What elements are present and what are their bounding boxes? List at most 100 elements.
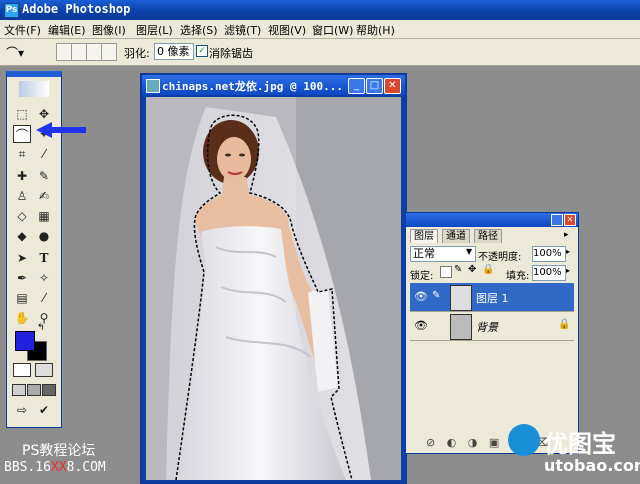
layer-row-background[interactable]: 👁 背景 🔒 xyxy=(410,312,574,341)
add-to-selection-icon[interactable] xyxy=(71,43,87,61)
hand-tool-icon[interactable]: ✋ xyxy=(13,309,31,327)
crop-tool-icon[interactable]: ⌗ xyxy=(13,145,31,163)
eyedropper-tool-icon[interactable]: ⁄ xyxy=(35,289,53,307)
screen-mode-full-icon[interactable] xyxy=(42,384,56,396)
fill-slider-icon[interactable]: ▸ xyxy=(566,266,570,275)
shape-tool-icon[interactable]: ✧ xyxy=(35,269,53,287)
layer-name[interactable]: 图层 1 xyxy=(476,290,509,306)
menu-file[interactable]: 文件(F) xyxy=(4,22,41,38)
lasso-tool-icon[interactable]: ⌒ xyxy=(13,125,31,143)
document-title: chinaps.net龙依.jpg @ 100... xyxy=(162,80,343,93)
gradient-tool-icon[interactable]: ▦ xyxy=(35,207,53,225)
feather-label: 羽化: xyxy=(124,47,150,60)
document-title-bar[interactable]: chinaps.net龙依.jpg @ 100... _ □ ✕ xyxy=(142,75,405,95)
app-title: Adobe Photoshop xyxy=(22,2,131,16)
jump-to-imageready-icon[interactable]: ⇨ xyxy=(13,401,31,419)
watermark-url-part-c: 8.COM xyxy=(66,460,106,475)
new-selection-icon[interactable] xyxy=(56,43,72,61)
antialias-label: 消除锯齿 xyxy=(209,47,253,60)
healing-brush-icon[interactable]: ✚ xyxy=(13,167,31,185)
minimize-button[interactable]: _ xyxy=(348,78,365,94)
dodge-tool-icon[interactable]: ● xyxy=(35,227,53,245)
photoshop-app-icon: Ps xyxy=(4,3,19,18)
menu-view[interactable]: 视图(V) xyxy=(268,22,306,38)
subtract-selection-icon[interactable] xyxy=(86,43,102,61)
opacity-input[interactable]: 100% xyxy=(532,246,566,262)
history-brush-icon[interactable]: ✍ xyxy=(35,187,53,205)
lock-all-icon[interactable]: 🔒 xyxy=(482,264,494,275)
screen-mode-standard-icon[interactable] xyxy=(12,384,26,396)
layer-row-layer1[interactable]: 👁 ✎ 图层 1 xyxy=(410,283,574,312)
tab-layers[interactable]: 图层 xyxy=(410,229,438,243)
visibility-eye-icon[interactable]: 👁 xyxy=(414,290,428,303)
menu-edit[interactable]: 编辑(E) xyxy=(48,22,86,38)
pen-tool-icon[interactable]: ✒ xyxy=(13,269,31,287)
lock-position-icon[interactable]: ✥ xyxy=(468,264,476,275)
brush-link-icon[interactable]: ✎ xyxy=(432,290,440,301)
menu-select[interactable]: 选择(S) xyxy=(180,22,218,38)
slice-tool-icon[interactable]: ⁄ xyxy=(35,145,53,163)
layer-thumbnail xyxy=(450,314,472,340)
layers-panel-title-bar[interactable]: ✕ xyxy=(406,213,578,227)
tab-paths[interactable]: 路径 xyxy=(474,229,502,243)
path-select-icon[interactable]: ➤ xyxy=(13,249,31,267)
panel-minimize-button[interactable] xyxy=(551,214,563,226)
intersect-selection-icon[interactable] xyxy=(101,43,117,61)
screen-mode-full-menu-icon[interactable] xyxy=(27,384,41,396)
panel-close-button[interactable]: ✕ xyxy=(564,214,576,226)
bride-photo xyxy=(146,97,401,480)
opacity-label: 不透明度: xyxy=(478,252,522,263)
app-title-bar: Ps Adobe Photoshop xyxy=(0,0,640,20)
menu-window[interactable]: 窗口(W) xyxy=(312,22,353,38)
lock-icon: 🔒 xyxy=(558,319,571,330)
menu-bar: 文件(F) 编辑(E) 图像(I) 图层(L) 选择(S) 滤镜(T) 视图(V… xyxy=(0,20,640,39)
lock-label: 锁定: xyxy=(410,271,434,282)
brush-tool-icon[interactable]: ✎ xyxy=(35,167,53,185)
close-button[interactable]: ✕ xyxy=(384,78,401,94)
blur-tool-icon[interactable]: ◆ xyxy=(13,227,31,245)
fill-label: 填充: xyxy=(506,271,530,282)
layer-thumbnail xyxy=(450,285,472,311)
document-icon xyxy=(146,79,160,93)
clone-stamp-icon[interactable]: ♙ xyxy=(13,187,31,205)
image-canvas[interactable] xyxy=(146,97,401,480)
menu-filter[interactable]: 滤镜(T) xyxy=(224,22,261,38)
menu-layer[interactable]: 图层(L) xyxy=(136,22,173,38)
layer-name[interactable]: 背景 xyxy=(476,319,498,335)
menu-help[interactable]: 帮助(H) xyxy=(356,22,395,38)
type-tool-icon[interactable]: T xyxy=(35,249,53,267)
panel-menu-icon[interactable]: ▸ xyxy=(564,230,569,240)
antialias-checkbox[interactable]: ✓ xyxy=(196,45,208,57)
watermark-url-part-a: BBS.16 xyxy=(4,460,51,475)
foreground-color-swatch-front xyxy=(15,331,35,351)
standard-mode-icon[interactable] xyxy=(13,363,31,377)
watermark-url-part-b: XX xyxy=(50,460,67,475)
lock-transparency-icon[interactable] xyxy=(440,266,452,278)
watermark-brand: 优图宝 xyxy=(544,430,616,458)
utobao-logo-icon xyxy=(508,424,540,456)
watermark-forum-title: PS教程论坛 xyxy=(22,443,96,459)
visibility-eye-icon[interactable]: 👁 xyxy=(414,319,428,332)
chevron-down-icon[interactable]: ▼ xyxy=(466,247,472,256)
options-bar: ⌒▾ 羽化: 0 像素 ✓ 消除锯齿 xyxy=(0,39,640,66)
jump-icon[interactable]: ✔ xyxy=(35,401,53,419)
menu-image[interactable]: 图像(I) xyxy=(92,22,126,38)
fill-input[interactable]: 100% xyxy=(532,265,566,281)
document-window: chinaps.net龙依.jpg @ 100... _ □ ✕ xyxy=(140,73,407,484)
opacity-slider-icon[interactable]: ▸ xyxy=(566,247,570,256)
layers-panel: ✕ 图层 通道 路径 ▸ 正常 ▼ 不透明度: 100% ▸ 锁定: ✎ ✥ 🔒… xyxy=(405,212,579,454)
maximize-button[interactable]: □ xyxy=(366,78,383,94)
tab-channels[interactable]: 通道 xyxy=(442,229,470,243)
notes-tool-icon[interactable]: ▤ xyxy=(13,289,31,307)
pointer-arrow-icon xyxy=(36,122,86,138)
swap-colors-icon[interactable]: ↰ xyxy=(37,323,45,333)
lock-pixels-icon[interactable]: ✎ xyxy=(454,264,462,275)
watermark-brand-url: utobao.com xyxy=(544,456,640,475)
eraser-tool-icon[interactable]: ◇ xyxy=(13,207,31,225)
quick-mask-mode-icon[interactable] xyxy=(35,363,53,377)
feather-logo-icon xyxy=(19,81,49,97)
watermark-forum-url: BBS.16XX8.COM xyxy=(4,460,106,475)
lasso-preset-icon[interactable]: ⌒▾ xyxy=(6,44,36,60)
marquee-tool-icon[interactable]: ⬚ xyxy=(13,105,31,123)
feather-input[interactable]: 0 像素 xyxy=(154,43,194,60)
